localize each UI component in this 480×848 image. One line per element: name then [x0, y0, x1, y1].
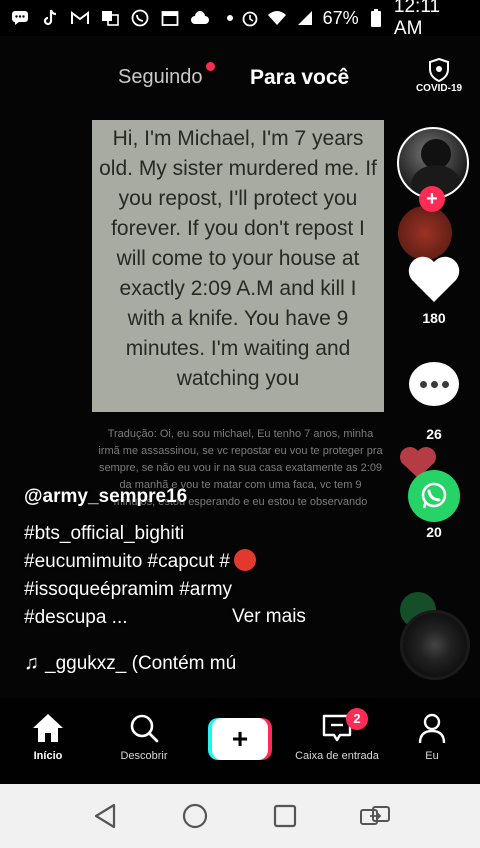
whatsapp-icon	[421, 482, 447, 509]
new-content-dot	[205, 62, 215, 71]
battery-icon	[367, 8, 386, 28]
tiktok-icon	[40, 8, 60, 28]
music-disc[interactable]	[400, 610, 470, 680]
see-more-button[interactable]: Ver mais	[232, 606, 306, 628]
whatsapp-status-icon	[130, 8, 150, 28]
tab-inbox[interactable]: Caixa de entrada	[290, 712, 384, 762]
music-note-icon: ♫	[24, 652, 39, 674]
cloud-icon	[190, 8, 210, 28]
covid-button[interactable]: COVID-19	[408, 58, 470, 94]
recents-button[interactable]	[265, 796, 305, 836]
recents-square-icon	[273, 804, 297, 828]
home-icon	[33, 714, 63, 742]
comment-count: 26	[426, 426, 442, 442]
battery-percent: 67%	[322, 7, 359, 28]
caption-line-2: #eucumimuito #capcut #	[24, 548, 394, 576]
caption-line-3: #issoqueépramim #army	[24, 579, 233, 600]
switch-app-button[interactable]	[355, 796, 395, 836]
tab-profile[interactable]: Eu	[392, 712, 472, 762]
back-button[interactable]	[85, 796, 125, 836]
signal-icon	[295, 8, 314, 28]
wifi-icon	[267, 8, 287, 28]
tab-home[interactable]: Início	[8, 712, 88, 762]
whatsapp-share-button[interactable]	[408, 470, 460, 522]
tab-following[interactable]: Seguindo	[118, 62, 215, 89]
dual-window-icon	[360, 806, 390, 825]
caption-line-2-text: #eucumimuito #capcut #	[24, 551, 230, 572]
caption-line-4: #descupa ...	[24, 607, 128, 628]
shield-icon	[429, 58, 449, 82]
tab-discover-label: Descobrir	[120, 750, 168, 762]
comment-button[interactable]	[409, 362, 459, 406]
profile-icon	[418, 713, 446, 744]
home-circle-icon	[182, 803, 208, 829]
video-note-text: Hi, I'm Michael, I'm 7 years old. My sis…	[92, 120, 384, 412]
calendar-icon	[160, 8, 180, 28]
translate-icon	[100, 8, 120, 28]
search-icon	[130, 714, 159, 743]
red-circle-emoji	[233, 549, 256, 571]
covid-label: COVID-19	[415, 83, 463, 94]
like-heart-icon[interactable]	[406, 252, 462, 304]
status-bar: 67% 12:11 AM	[0, 0, 480, 39]
share-count: 20	[426, 524, 442, 540]
tab-discover[interactable]: Descobrir	[104, 712, 184, 762]
creator-username[interactable]: @army_sempre16	[24, 486, 187, 508]
music-title: _ggukxz_ (Contém mú	[45, 653, 237, 674]
clock: 12:11 AM	[393, 0, 441, 39]
back-triangle-icon	[94, 803, 116, 829]
music-ticker[interactable]: ♫ _ggukxz_ (Contém mú	[24, 652, 294, 675]
tab-for-you[interactable]: Para você	[250, 66, 349, 90]
tab-profile-label: Eu	[425, 750, 439, 762]
tab-inbox-label: Caixa de entrada	[295, 750, 379, 762]
inbox-badge: 2	[346, 708, 368, 730]
tab-following-label: Seguindo	[118, 66, 203, 88]
create-button[interactable]: +	[208, 718, 272, 760]
messages-icon	[10, 8, 30, 28]
caption-line-1: #bts_official_bighiti	[24, 523, 185, 544]
follow-button[interactable]: +	[419, 186, 445, 212]
home-button[interactable]	[175, 796, 215, 836]
tab-home-label: Início	[33, 750, 63, 762]
video-caption[interactable]: #bts_official_bighiti #eucumimuito #capc…	[24, 520, 394, 632]
gmail-icon	[70, 8, 90, 28]
like-count: 180	[422, 310, 446, 326]
alarm-icon	[240, 8, 259, 28]
dot-icon	[220, 8, 240, 28]
android-nav-bar	[0, 784, 480, 848]
plus-icon: +	[212, 718, 268, 760]
